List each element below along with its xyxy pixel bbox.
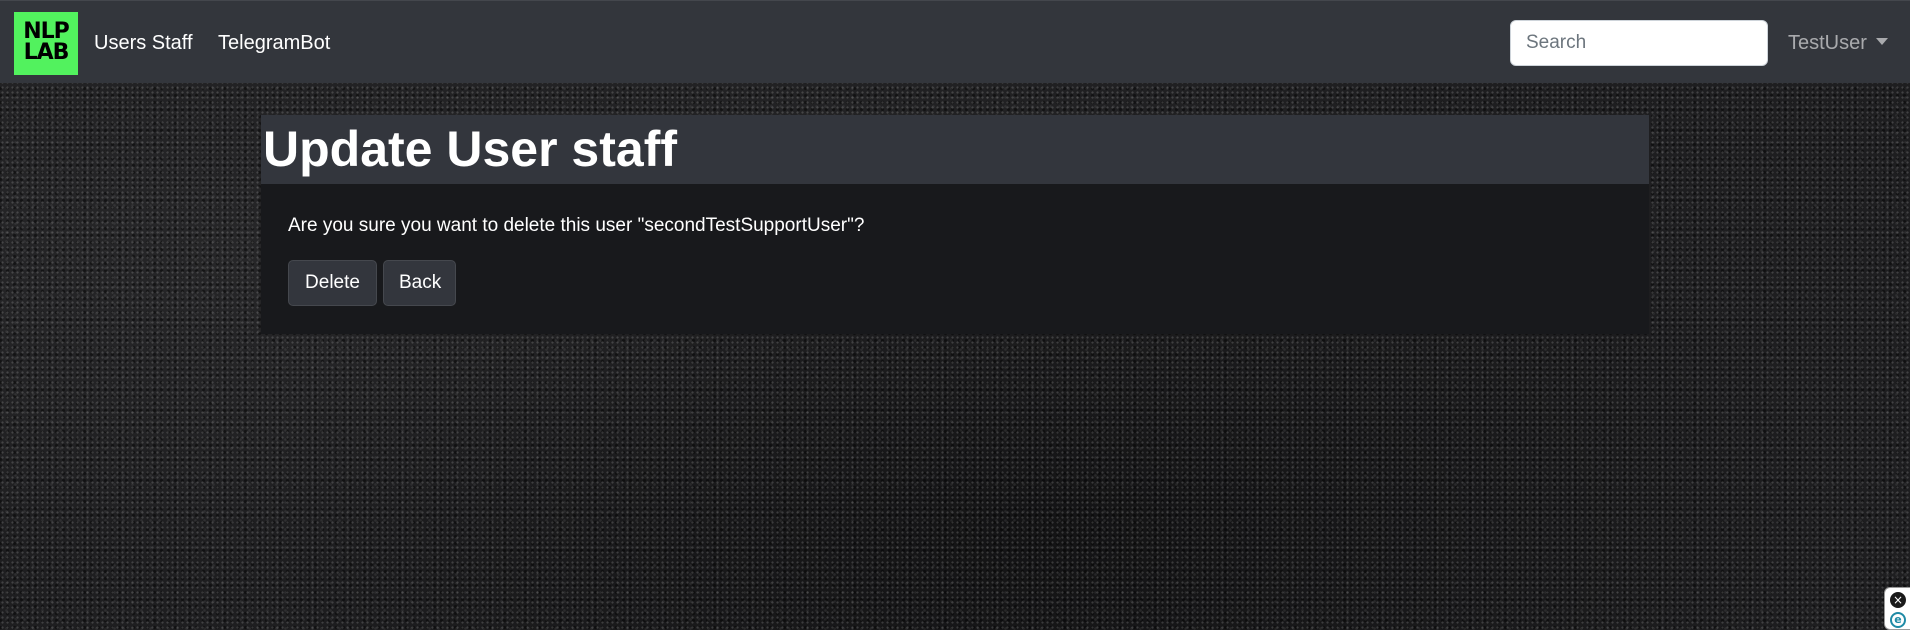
nav-link-users-staff[interactable]: Users Staff xyxy=(94,31,193,55)
caret-down-icon xyxy=(1875,38,1888,45)
page-title: Update User staff xyxy=(263,121,677,177)
delete-confirmation-panel: Are you sure you want to delete this use… xyxy=(261,184,1649,334)
user-name: TestUser xyxy=(1788,32,1867,54)
delete-button[interactable]: Delete xyxy=(288,260,377,306)
card-header: Update User staff xyxy=(261,115,1649,184)
corner-widget: × e xyxy=(1884,587,1910,630)
widget-logo-icon[interactable]: e xyxy=(1890,612,1906,628)
user-menu-dropdown[interactable]: TestUser xyxy=(1788,31,1888,55)
back-button[interactable]: Back xyxy=(383,260,456,306)
top-navbar: NLP LAB Users Staff TelegramBot TestUser xyxy=(0,0,1910,83)
logo-text-bottom: LAB xyxy=(23,40,70,65)
search-input[interactable] xyxy=(1510,20,1768,66)
logo-text-top: NLP xyxy=(23,19,70,44)
nlp-lab-logo[interactable]: NLP LAB xyxy=(14,12,78,75)
close-icon[interactable]: × xyxy=(1890,592,1906,608)
nav-link-telegram-bot[interactable]: TelegramBot xyxy=(218,31,330,55)
delete-confirmation-message: Are you sure you want to delete this use… xyxy=(288,215,865,236)
